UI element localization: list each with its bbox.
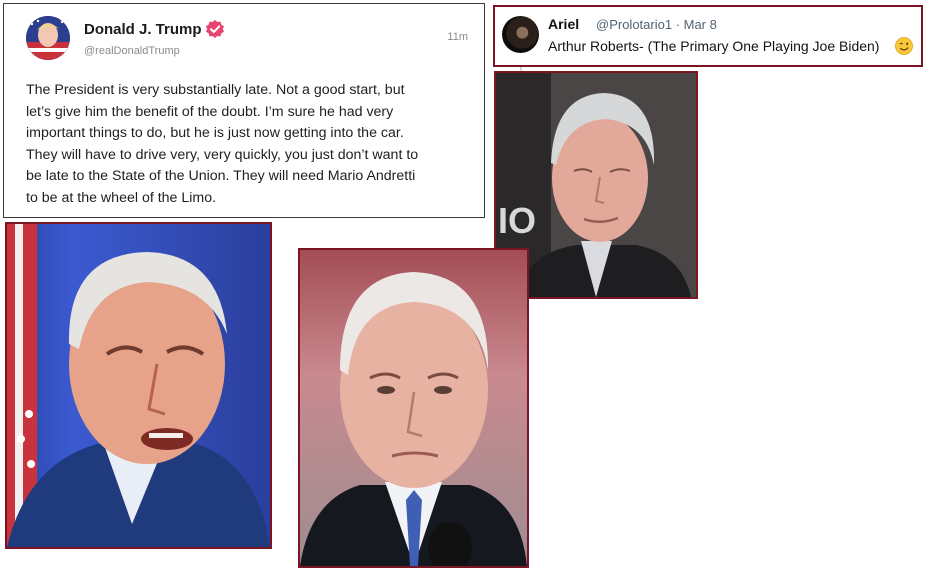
post-timestamp[interactable]: 11m	[447, 31, 468, 43]
post-body-line: important things to do, but he is just n…	[26, 125, 404, 141]
post-body-line: They will have to drive very, very quick…	[26, 146, 419, 163]
profile-avatar[interactable]	[26, 16, 70, 60]
backdrop-lettering: IO	[498, 200, 536, 241]
photo-biden-speaking	[5, 222, 272, 549]
portrait-man-speaking-icon	[7, 224, 270, 547]
author-handle[interactable]: @realDonaldTrump	[84, 45, 180, 57]
photo-biden-suit	[298, 248, 529, 568]
tweet-author-name[interactable]: Ariel	[548, 16, 579, 32]
post-body: The President is very substantially late…	[26, 80, 471, 209]
post-body-line: The President is very substantially late…	[26, 82, 405, 98]
post-body-line: to be at the wheel of the Limo.	[26, 189, 217, 206]
author-name[interactable]: Donald J. Trump	[84, 21, 202, 38]
tweet-meta[interactable]: @Prolotario1 · Mar 8	[596, 17, 717, 32]
tweet-card: Ariel @Prolotario1 · Mar 8 Arthur Robert…	[493, 5, 923, 67]
post-body-line: be late to the State of the Union. They …	[26, 168, 416, 184]
tweet-text: Arthur Roberts- (The Primary One Playing…	[548, 38, 880, 54]
truth-post-card: Donald J. Trump @realDonaldTrump 11m The…	[3, 3, 485, 218]
verified-badge-icon	[206, 20, 224, 38]
winking-face-icon	[895, 37, 913, 55]
tweet-avatar[interactable]	[502, 16, 539, 53]
portrait-man-suit-icon	[300, 250, 527, 566]
post-body-line: let’s give him the benefit of the doubt.…	[26, 103, 394, 120]
